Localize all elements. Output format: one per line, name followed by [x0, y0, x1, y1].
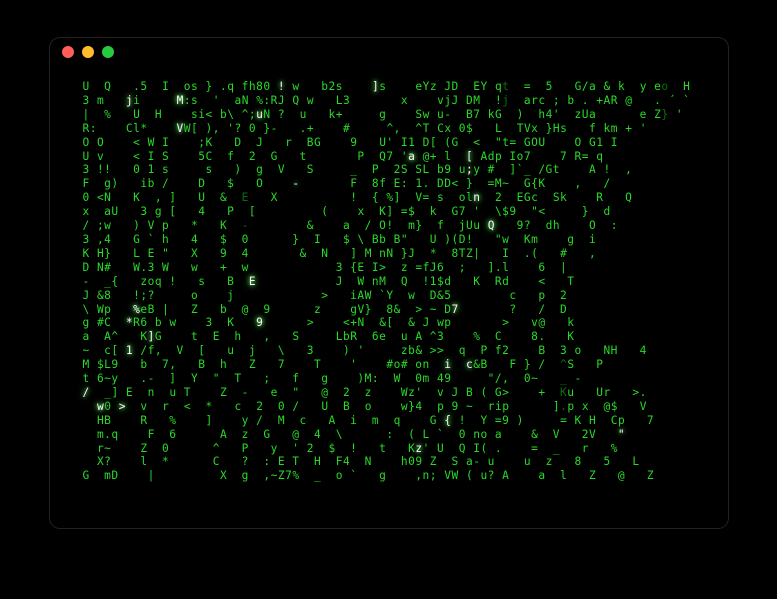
terminal-window: U Q .5 I os } .q fh80 ! w b2s ]s eYz JD …	[50, 38, 728, 528]
minimize-icon[interactable]	[82, 46, 94, 58]
close-icon[interactable]	[62, 46, 74, 58]
titlebar	[50, 38, 728, 66]
zoom-icon[interactable]	[102, 46, 114, 58]
terminal-content: U Q .5 I os } .q fh80 ! w b2s ]s eYz JD …	[50, 66, 728, 528]
